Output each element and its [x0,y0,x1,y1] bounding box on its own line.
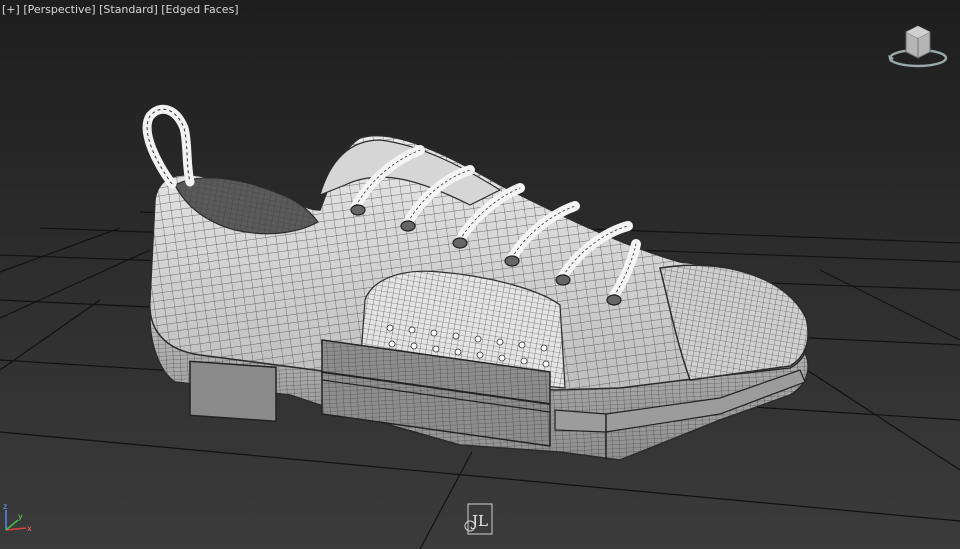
axis-x-label: x [27,524,32,533]
axis-gizmo-icon: z x y [3,502,32,533]
viewport-menu-button[interactable]: [+] [2,3,20,16]
display-mode-button[interactable]: [Edged Faces] [161,3,238,16]
axis-z-label: z [3,502,7,511]
heel-patch [189,360,277,423]
scene-canvas[interactable] [0,0,960,549]
viewport-label-menu: [+] [Perspective] [Standard] [Edged Face… [2,3,239,16]
viewcube-icon[interactable] [886,22,952,72]
view-type-button[interactable]: [Perspective] [23,3,95,16]
perspective-viewport[interactable]: [+] [Perspective] [Standard] [Edged Face… [0,0,960,549]
jl-watermark-logo: JL [464,503,493,535]
shading-mode-button[interactable]: [Standard] [99,3,158,16]
watermark-text: JL [470,512,488,530]
axis-y-label: y [18,512,23,521]
